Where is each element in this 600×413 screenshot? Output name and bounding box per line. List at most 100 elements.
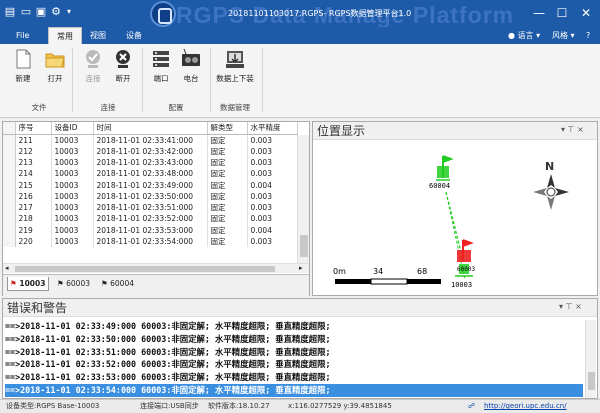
row-header[interactable]	[3, 156, 16, 169]
connect-button[interactable]: 连接	[80, 48, 106, 84]
port-button[interactable]: 端口	[148, 48, 174, 84]
tab-view[interactable]: 视图	[82, 27, 114, 44]
column-header-solution-type[interactable]: 解类型	[207, 122, 248, 135]
cell-index: 213	[15, 156, 52, 169]
status-bar: 设备类型:RGPS Base-10003 连接端口:USB同步 软件版本:18.…	[0, 399, 600, 413]
scroll-left-arrow-icon[interactable]: ◂	[5, 264, 9, 272]
radio-icon	[182, 48, 200, 66]
open-button[interactable]: 打开	[42, 48, 68, 84]
table-row[interactable]: 213 10003 2018-11-01 02:33:43:000 固定 0.003	[3, 156, 298, 169]
column-header-device-id[interactable]: 设备ID	[51, 122, 94, 135]
row-header[interactable]	[3, 190, 16, 202]
device-tab-label: 10003	[19, 279, 46, 288]
station-60004-marker[interactable]	[436, 155, 454, 181]
scale-label-0: 0m	[333, 267, 346, 276]
cell-horizontal-precision: 0.003	[247, 145, 298, 157]
cell-solution-type: 固定	[207, 213, 248, 225]
cell-time: 2018-11-01 02:33:54:000	[93, 235, 208, 248]
panel-controls[interactable]: ▾ ⊤ ×	[561, 125, 584, 134]
language-menu[interactable]: ● 语言 ▾	[508, 27, 540, 44]
row-header[interactable]	[3, 235, 16, 248]
log-line[interactable]: ==>2018-11-01 02:33:52:000 60003:非固定解; 水…	[5, 358, 583, 371]
port-icon	[153, 51, 169, 67]
table-row[interactable]: 217 10003 2018-11-01 02:33:51:000 固定 0.003	[3, 201, 298, 214]
style-label: 风格	[552, 31, 568, 40]
disconnect-button[interactable]: 断开	[110, 48, 136, 84]
status-coordinates: x:116.0277529 y:39.4851845	[288, 402, 392, 410]
log-line[interactable]: ==>2018-11-01 02:33:51:000 60003:非固定解; 水…	[5, 346, 583, 359]
data-table: 序号 设备ID 时间 解类型 水平精度 211 10003 2018-11-01 0…	[3, 122, 298, 248]
station-label: 10003	[451, 281, 472, 289]
open-icon[interactable]: ▭	[20, 6, 32, 18]
cell-index: 220	[15, 235, 52, 248]
cell-device-id: 10003	[51, 201, 94, 214]
row-header[interactable]	[3, 168, 16, 180]
tab-common[interactable]: 常用	[48, 27, 82, 44]
group-separator	[142, 48, 143, 112]
settings-icon[interactable]: ⚙	[50, 6, 62, 18]
row-header[interactable]	[3, 224, 16, 236]
help-button[interactable]: ?	[586, 27, 590, 44]
device-tab-label: 60004	[110, 279, 134, 288]
status-device-type: 设备类型:RGPS Base-10003	[6, 402, 100, 410]
cell-solution-type: 固定	[207, 201, 248, 214]
compass-north-icon	[533, 174, 569, 210]
table-row[interactable]: 218 10003 2018-11-01 02:33:52:000 固定 0.003	[3, 213, 298, 225]
minimize-button[interactable]: —	[528, 4, 550, 22]
status-url-link[interactable]: http://geori.upc.edu.cn/	[484, 400, 567, 413]
log-line[interactable]: ==>2018-11-01 02:33:49:000 60003:非固定解; 水…	[5, 320, 583, 333]
new-button[interactable]: 新建	[10, 48, 36, 84]
new-file-icon	[16, 49, 31, 69]
row-header[interactable]	[3, 201, 16, 214]
table-horizontal-scrollbar[interactable]: ◂ ▸	[3, 263, 309, 273]
link-icon: ☍	[468, 402, 476, 410]
column-header-time[interactable]: 时间	[93, 122, 208, 135]
table-row[interactable]: 220 10003 2018-11-01 02:33:54:000 固定 0.003	[3, 235, 298, 248]
close-button[interactable]: ✕	[575, 4, 597, 22]
log-line[interactable]: ==>2018-11-01 02:33:54:000 60003:非固定解; 水…	[5, 384, 583, 397]
panel-controls[interactable]: ▾ ⊤ ×	[559, 302, 582, 311]
table-vertical-scrollbar[interactable]	[297, 135, 309, 263]
table-row[interactable]: 215 10003 2018-11-01 02:33:49:000 固定 0.004	[3, 179, 298, 191]
tab-device-60003[interactable]: ⚑ 60003	[55, 277, 93, 291]
scrollbar-thumb[interactable]	[15, 266, 275, 272]
group-data-label: 数据管理	[220, 103, 250, 112]
error-panel-title: 错误和警告	[3, 299, 597, 317]
tab-device[interactable]: 设备	[118, 27, 150, 44]
log-list[interactable]: ==>2018-11-01 02:33:49:000 60003:非固定解; 水…	[3, 320, 597, 398]
position-map[interactable]: 60004 60003 10003 N 0m 34 68	[313, 140, 597, 295]
scrollbar-thumb[interactable]	[588, 372, 595, 390]
scroll-right-arrow-icon[interactable]: ▸	[299, 264, 303, 272]
log-line[interactable]: ==>2018-11-01 02:33:50:000 60003:非固定解; 水…	[5, 333, 583, 346]
tab-device-10003[interactable]: ⚑ 10003	[7, 277, 50, 291]
style-menu[interactable]: 风格 ▾	[552, 27, 575, 44]
column-header-index[interactable]: 序号	[15, 122, 52, 135]
log-line[interactable]: ==>2018-11-01 02:33:53:000 60003:非固定解; 水…	[5, 371, 583, 384]
file-menu[interactable]: File	[8, 27, 37, 44]
radio-button[interactable]: 电台	[178, 48, 204, 84]
row-header[interactable]	[3, 179, 16, 191]
group-separator	[262, 48, 263, 112]
position-panel: 位置显示 ▾ ⊤ × 60004 60003 10003 N 0m 34 68	[312, 121, 598, 296]
maximize-button[interactable]: ☐	[551, 4, 573, 22]
table-row[interactable]: 211 10003 2018-11-01 02:33:41:000 固定 0.003	[3, 134, 298, 146]
scrollbar-thumb[interactable]	[300, 235, 308, 257]
data-transfer-button[interactable]: 数据上下装	[214, 48, 256, 84]
table-row[interactable]: 214 10003 2018-11-01 02:33:48:000 固定 0.003	[3, 168, 298, 180]
table-row[interactable]: 216 10003 2018-11-01 02:33:50:000 固定 0.003	[3, 190, 298, 202]
table-row[interactable]: 212 10003 2018-11-01 02:33:42:000 固定 0.003	[3, 145, 298, 157]
table-row[interactable]: 219 10003 2018-11-01 02:33:53:000 固定 0.004	[3, 224, 298, 236]
log-vertical-scrollbar[interactable]	[585, 320, 596, 398]
cell-horizontal-precision: 0.003	[247, 213, 298, 225]
row-header[interactable]	[3, 134, 16, 146]
save-icon[interactable]: ▣	[35, 6, 47, 18]
scale-bar	[335, 278, 441, 285]
cell-device-id: 10003	[51, 168, 94, 180]
dropdown-arrow-icon[interactable]: ▾	[63, 6, 75, 18]
row-header[interactable]	[3, 213, 16, 225]
column-header-horizontal-precision[interactable]: 水平精度	[247, 122, 298, 135]
row-header[interactable]	[3, 145, 16, 157]
app-icon: ▤	[4, 5, 16, 18]
tab-device-60004[interactable]: ⚑ 60004	[99, 277, 137, 291]
cell-index: 217	[15, 201, 52, 214]
